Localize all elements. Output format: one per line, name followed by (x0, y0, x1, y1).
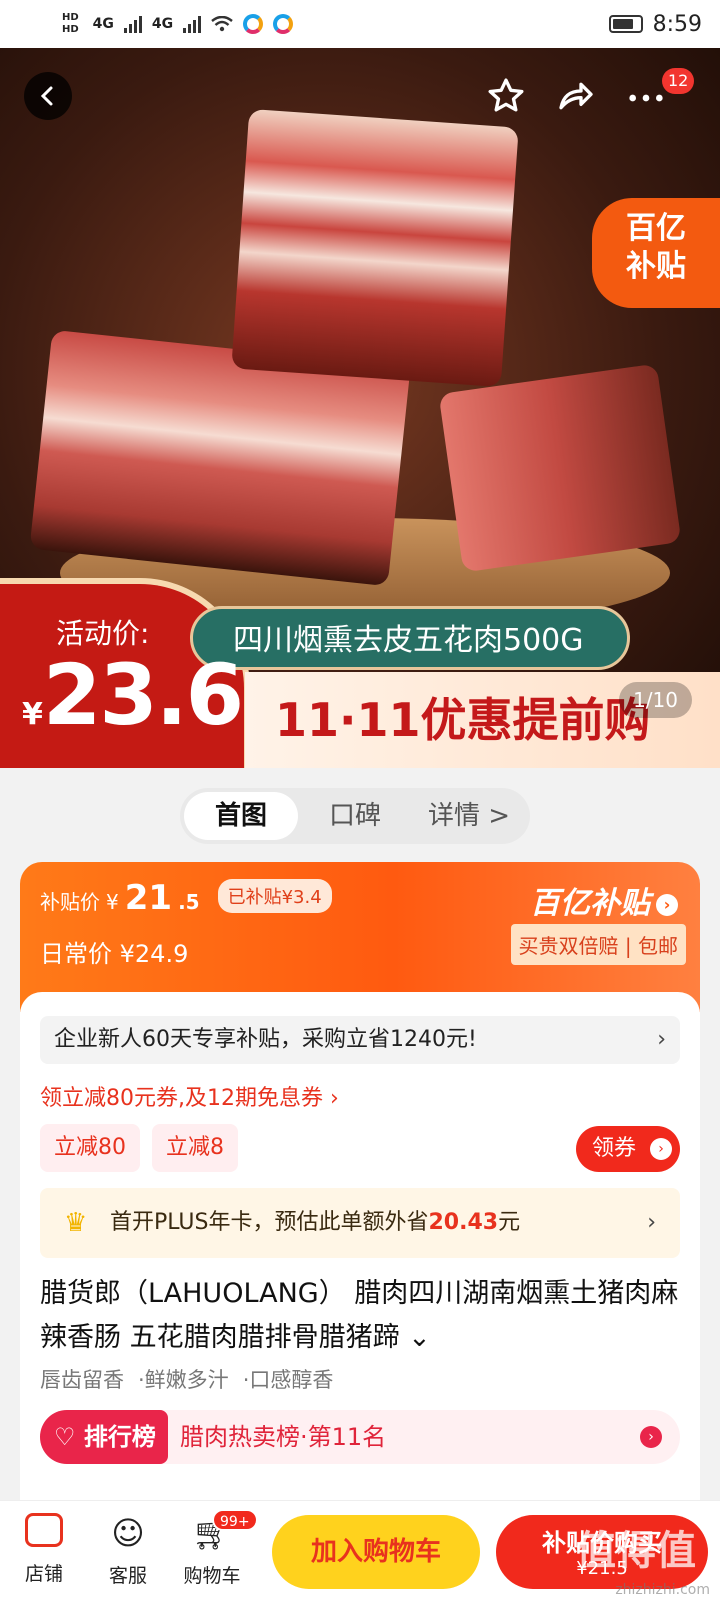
hd-indicators: HD HD (62, 12, 79, 36)
ranking-text: 腊肉热卖榜·第11名 (180, 1423, 387, 1451)
hd2-text: HD (62, 24, 79, 35)
subsidy-currency: ¥ (106, 890, 119, 914)
chevron-right-icon: › (650, 1138, 672, 1160)
get-coupon-label: 领券 (592, 1136, 637, 1161)
star-icon (488, 78, 524, 112)
image-page-indicator: 1/10 (619, 682, 692, 718)
product-feature-tags: 唇齿留香 ·鲜嫩多汁 ·口感醇香 (40, 1364, 333, 1394)
cart-count-badge: 99+ (212, 1509, 258, 1531)
subsidized-amount-tag: 已补贴¥3.4 (217, 879, 332, 913)
trophy-icon: ♡ (54, 1423, 76, 1451)
cart-label: 购物车 (183, 1565, 241, 1587)
status-left: HD HD 4G 4G (62, 12, 294, 36)
ranking-badge-label: 排行榜 (83, 1423, 156, 1451)
bottom-action-bar: 店铺 ☺ 客服 🛒︎ 99+ 购物车 加入购物车 补贴价购买 ¥21.5 值得值… (0, 1500, 720, 1600)
shop-label: 店铺 (24, 1563, 63, 1585)
buy-now-price: ¥21.5 (576, 1558, 628, 1579)
product-title[interactable]: 腊货郎（LAHUOLANG） 腊肉四川湖南烟熏土猪肉麻辣香肠 五花腊肉腊排骨腊猪… (40, 1272, 680, 1360)
yi-subsidy-brand: 百亿补贴 (530, 886, 650, 921)
share-icon (559, 82, 593, 110)
product-hero-image[interactable]: 12 百亿 补贴 四川烟熏去皮五花肉500G 活动价: ¥ 23.6 11·11… (0, 48, 720, 768)
shop-button[interactable]: 店铺 (4, 1513, 84, 1586)
yi-corner-line2: 补贴 (626, 249, 686, 284)
subsidy-price-int: 21 (124, 878, 173, 918)
app-notification-icon (243, 14, 264, 34)
net1-text: 4G (92, 16, 114, 32)
newbie-subsidy-row[interactable]: 企业新人60天专享补贴，采购立省1240元! › (40, 1016, 680, 1064)
buy-now-label: 补贴价购买 (542, 1529, 662, 1557)
ranking-badge: ♡ 排行榜 (40, 1410, 168, 1464)
meat-piece (231, 108, 519, 388)
status-right: 8:59 (608, 11, 702, 37)
status-bar: HD HD 4G 4G 8:59 (0, 0, 720, 48)
app-notification-icon-2 (273, 14, 294, 34)
product-name-banner: 四川烟熏去皮五花肉500G (190, 606, 630, 670)
activity-currency: ¥ (22, 697, 43, 732)
tab-details[interactable]: 详情 > (412, 792, 526, 840)
more-badge: 12 (662, 68, 695, 94)
meat-piece (438, 363, 682, 573)
coupon-summary-link[interactable]: 领立减80元券,及12期免息券 › (40, 1080, 339, 1112)
buy-now-button[interactable]: 补贴价购买 ¥21.5 (496, 1515, 708, 1589)
customer-service-button[interactable]: ☺ 客服 (88, 1513, 168, 1588)
activity-price-value: 23.6 (42, 646, 244, 744)
newbie-subsidy-text: 企业新人60天专享补贴，采购立省1240元! (54, 1027, 477, 1052)
service-label: 客服 (108, 1565, 147, 1587)
regular-price-row: 日常价 ¥24.9 (40, 934, 188, 969)
hd1-text: HD (62, 12, 79, 23)
feature-tag: 唇齿留香 (40, 1368, 124, 1392)
ranking-row[interactable]: ♡ 排行榜 腊肉热卖榜·第11名 › (40, 1410, 680, 1464)
product-info-card: 企业新人60天专享补贴，采购立省1240元! › 领立减80元券,及12期免息券… (20, 992, 700, 1500)
smiley-icon: ☺ (111, 1514, 145, 1552)
battery-icon (608, 15, 643, 33)
regular-price-label: 日常价 (40, 940, 112, 968)
chevron-right-icon: › (657, 1027, 666, 1052)
yi-subsidy-corner-badge: 百亿 补贴 (592, 198, 720, 308)
activity-price: ¥ 23.6 (22, 646, 244, 744)
section-tabs: 首图 口碑 详情 > (180, 788, 530, 844)
back-button[interactable] (24, 72, 72, 120)
yi-subsidy-logo-link[interactable]: 百亿补贴 › (530, 878, 678, 922)
plus-saving-amount: 20.43 (428, 1210, 499, 1235)
store-icon (25, 1513, 63, 1547)
more-icon (629, 94, 663, 102)
get-coupon-button[interactable]: 领券 › (576, 1126, 680, 1172)
regular-price-value: ¥24.9 (119, 940, 189, 968)
signal-icon-2 (183, 15, 202, 33)
net2-text: 4G (151, 16, 174, 32)
yi-corner-line1: 百亿 (626, 211, 686, 246)
subsidy-price-card: 补贴价 ¥ 21 .5 已补贴¥3.4 日常价 ¥24.9 百亿补贴 › 买贵双倍… (20, 862, 700, 1012)
guarantee-tag: 买贵双倍赔 | 包邮 (510, 924, 686, 965)
discount-chip[interactable]: 立减8 (152, 1124, 238, 1172)
favorite-button[interactable] (486, 76, 526, 123)
signal-icon (123, 15, 142, 33)
chevron-right-icon: › (647, 1210, 656, 1235)
plus-membership-row[interactable]: ♛ 首开PLUS年卡，预估此单额外省20.43元 › (40, 1188, 680, 1258)
tab-reviews[interactable]: 口碑 (298, 792, 412, 840)
chevron-right-icon: › (656, 893, 678, 916)
subsidy-price-row: 补贴价 ¥ 21 .5 已补贴¥3.4 (40, 878, 332, 919)
wifi-icon (211, 16, 233, 32)
tab-main-image[interactable]: 首图 (184, 792, 298, 840)
cart-button[interactable]: 🛒︎ 99+ 购物车 (172, 1509, 258, 1588)
add-to-cart-button[interactable]: 加入购物车 (272, 1515, 480, 1589)
more-button[interactable] (626, 78, 666, 125)
subsidy-price-dec: .5 (178, 890, 200, 914)
crown-icon: ♛ (64, 1208, 88, 1238)
feature-tag: ·鲜嫩多汁 (138, 1368, 229, 1392)
clock: 8:59 (652, 11, 702, 37)
subsidy-price-label: 补贴价 (40, 890, 100, 914)
discount-chip[interactable]: 立减80 (40, 1124, 140, 1172)
plus-suffix: 元 (498, 1210, 521, 1235)
feature-tag: ·口感醇香 (242, 1368, 334, 1392)
back-arrow-icon (40, 86, 53, 106)
chevron-right-icon: › (640, 1426, 662, 1448)
share-button[interactable] (556, 76, 596, 123)
plus-prefix: 首开PLUS年卡，预估此单额外省 (110, 1210, 429, 1235)
